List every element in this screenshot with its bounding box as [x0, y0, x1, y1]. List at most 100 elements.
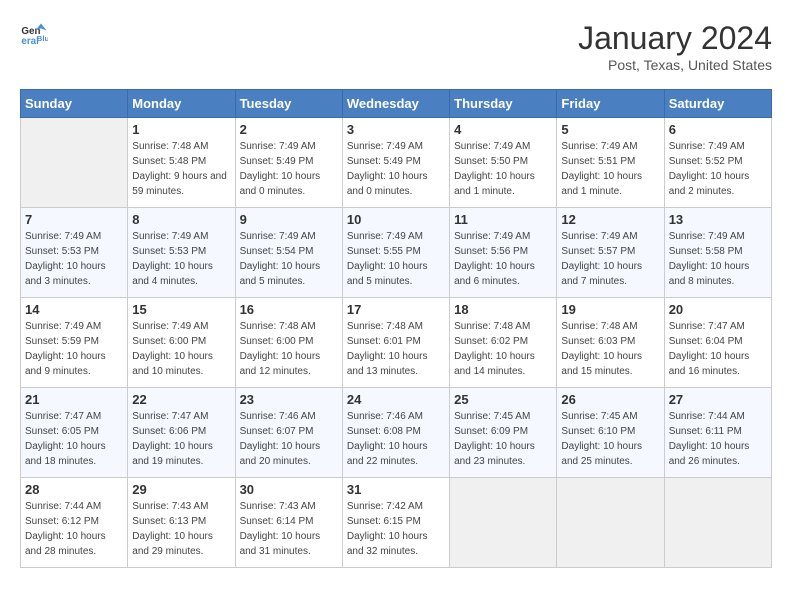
calendar-cell: 22 Sunrise: 7:47 AMSunset: 6:06 PMDayligh…: [128, 388, 235, 478]
calendar-cell: 29 Sunrise: 7:43 AMSunset: 6:13 PMDayligh…: [128, 478, 235, 568]
day-info: Sunrise: 7:49 AMSunset: 5:58 PMDaylight:…: [669, 229, 767, 289]
day-info: Sunrise: 7:46 AMSunset: 6:08 PMDaylight:…: [347, 409, 445, 469]
calendar-cell: 14 Sunrise: 7:49 AMSunset: 5:59 PMDayligh…: [21, 298, 128, 388]
day-number: 28: [25, 482, 123, 497]
day-number: 23: [240, 392, 338, 407]
day-info: Sunrise: 7:49 AMSunset: 5:52 PMDaylight:…: [669, 139, 767, 199]
day-number: 8: [132, 212, 230, 227]
day-info: Sunrise: 7:43 AMSunset: 6:13 PMDaylight:…: [132, 499, 230, 559]
day-info: Sunrise: 7:49 AMSunset: 5:51 PMDaylight:…: [561, 139, 659, 199]
calendar-week-1: 1 Sunrise: 7:48 AMSunset: 5:48 PMDaylight…: [21, 118, 772, 208]
day-info: Sunrise: 7:47 AMSunset: 6:04 PMDaylight:…: [669, 319, 767, 379]
calendar-cell: 8 Sunrise: 7:49 AMSunset: 5:53 PMDaylight…: [128, 208, 235, 298]
calendar-week-5: 28 Sunrise: 7:44 AMSunset: 6:12 PMDayligh…: [21, 478, 772, 568]
day-number: 16: [240, 302, 338, 317]
day-info: Sunrise: 7:48 AMSunset: 6:02 PMDaylight:…: [454, 319, 552, 379]
day-info: Sunrise: 7:49 AMSunset: 5:53 PMDaylight:…: [132, 229, 230, 289]
calendar-cell: 30Sunrise: 7:43 AMSunset: 6:14 PMDayligh…: [235, 478, 342, 568]
day-header-wednesday: Wednesday: [342, 90, 449, 118]
day-number: 2: [240, 122, 338, 137]
calendar-cell: 19 Sunrise: 7:48 AMSunset: 6:03 PMDayligh…: [557, 298, 664, 388]
calendar-cell: 18 Sunrise: 7:48 AMSunset: 6:02 PMDayligh…: [450, 298, 557, 388]
day-info: Sunrise: 7:45 AMSunset: 6:10 PMDaylight:…: [561, 409, 659, 469]
calendar-week-4: 21 Sunrise: 7:47 AMSunset: 6:05 PMDayligh…: [21, 388, 772, 478]
day-info: Sunrise: 7:42 AMSunset: 6:15 PMDaylight:…: [347, 499, 445, 559]
day-header-sunday: Sunday: [21, 90, 128, 118]
calendar-cell: 1 Sunrise: 7:48 AMSunset: 5:48 PMDaylight…: [128, 118, 235, 208]
calendar-cell: 23 Sunrise: 7:46 AMSunset: 6:07 PMDayligh…: [235, 388, 342, 478]
day-number: 14: [25, 302, 123, 317]
day-info: Sunrise: 7:47 AMSunset: 6:05 PMDaylight:…: [25, 409, 123, 469]
day-info: Sunrise: 7:48 AMSunset: 5:48 PMDaylight:…: [132, 139, 230, 199]
day-info: Sunrise: 7:46 AMSunset: 6:07 PMDaylight:…: [240, 409, 338, 469]
day-info: Sunrise: 7:45 AMSunset: 6:09 PMDaylight:…: [454, 409, 552, 469]
day-info: Sunrise: 7:49 AMSunset: 5:53 PMDaylight:…: [25, 229, 123, 289]
calendar-cell: 25Sunrise: 7:45 AMSunset: 6:09 PMDayligh…: [450, 388, 557, 478]
calendar-cell: 31 Sunrise: 7:42 AMSunset: 6:15 PMDayligh…: [342, 478, 449, 568]
calendar-cell: 21 Sunrise: 7:47 AMSunset: 6:05 PMDayligh…: [21, 388, 128, 478]
day-number: 3: [347, 122, 445, 137]
day-number: 29: [132, 482, 230, 497]
calendar-cell: [21, 118, 128, 208]
day-info: Sunrise: 7:49 AMSunset: 5:59 PMDaylight:…: [25, 319, 123, 379]
day-info: Sunrise: 7:43 AMSunset: 6:14 PMDaylight:…: [240, 499, 338, 559]
calendar-cell: [557, 478, 664, 568]
svg-text:Blue: Blue: [37, 34, 48, 43]
day-info: Sunrise: 7:49 AMSunset: 6:00 PMDaylight:…: [132, 319, 230, 379]
day-number: 18: [454, 302, 552, 317]
location: Post, Texas, United States: [578, 57, 772, 73]
calendar-cell: 17 Sunrise: 7:48 AMSunset: 6:01 PMDayligh…: [342, 298, 449, 388]
day-header-monday: Monday: [128, 90, 235, 118]
day-number: 24: [347, 392, 445, 407]
day-number: 22: [132, 392, 230, 407]
day-header-friday: Friday: [557, 90, 664, 118]
day-number: 13: [669, 212, 767, 227]
day-info: Sunrise: 7:48 AMSunset: 6:03 PMDaylight:…: [561, 319, 659, 379]
day-info: Sunrise: 7:48 AMSunset: 6:01 PMDaylight:…: [347, 319, 445, 379]
day-number: 26: [561, 392, 659, 407]
calendar-cell: 15Sunrise: 7:49 AMSunset: 6:00 PMDayligh…: [128, 298, 235, 388]
day-info: Sunrise: 7:48 AMSunset: 6:00 PMDaylight:…: [240, 319, 338, 379]
calendar-cell: 26 Sunrise: 7:45 AMSunset: 6:10 PMDayligh…: [557, 388, 664, 478]
calendar-week-2: 7 Sunrise: 7:49 AMSunset: 5:53 PMDaylight…: [21, 208, 772, 298]
calendar-cell: 27 Sunrise: 7:44 AMSunset: 6:11 PMDayligh…: [664, 388, 771, 478]
calendar-cell: [664, 478, 771, 568]
day-number: 21: [25, 392, 123, 407]
day-number: 17: [347, 302, 445, 317]
logo-icon: Gen eral Blue: [20, 20, 48, 48]
calendar-cell: 13 Sunrise: 7:49 AMSunset: 5:58 PMDayligh…: [664, 208, 771, 298]
calendar-cell: 9Sunrise: 7:49 AMSunset: 5:54 PMDaylight…: [235, 208, 342, 298]
calendar-body: 1 Sunrise: 7:48 AMSunset: 5:48 PMDaylight…: [21, 118, 772, 568]
day-number: 20: [669, 302, 767, 317]
day-number: 19: [561, 302, 659, 317]
day-info: Sunrise: 7:47 AMSunset: 6:06 PMDaylight:…: [132, 409, 230, 469]
calendar-cell: 16 Sunrise: 7:48 AMSunset: 6:00 PMDayligh…: [235, 298, 342, 388]
calendar-cell: 2 Sunrise: 7:49 AMSunset: 5:49 PMDaylight…: [235, 118, 342, 208]
day-number: 1: [132, 122, 230, 137]
day-info: Sunrise: 7:44 AMSunset: 6:12 PMDaylight:…: [25, 499, 123, 559]
day-number: 4: [454, 122, 552, 137]
calendar-cell: 28 Sunrise: 7:44 AMSunset: 6:12 PMDayligh…: [21, 478, 128, 568]
day-info: Sunrise: 7:49 AMSunset: 5:49 PMDaylight:…: [240, 139, 338, 199]
day-number: 11: [454, 212, 552, 227]
day-number: 10: [347, 212, 445, 227]
day-info: Sunrise: 7:49 AMSunset: 5:54 PMDaylight:…: [240, 229, 338, 289]
calendar-cell: 4Sunrise: 7:49 AMSunset: 5:50 PMDaylight…: [450, 118, 557, 208]
calendar-cell: 6 Sunrise: 7:49 AMSunset: 5:52 PMDaylight…: [664, 118, 771, 208]
calendar-week-3: 14 Sunrise: 7:49 AMSunset: 5:59 PMDayligh…: [21, 298, 772, 388]
day-number: 7: [25, 212, 123, 227]
day-info: Sunrise: 7:44 AMSunset: 6:11 PMDaylight:…: [669, 409, 767, 469]
day-header-thursday: Thursday: [450, 90, 557, 118]
day-number: 27: [669, 392, 767, 407]
page-header: Gen eral Blue January 2024 Post, Texas, …: [20, 20, 772, 73]
title-block: January 2024 Post, Texas, United States: [578, 20, 772, 73]
calendar-cell: 24 Sunrise: 7:46 AMSunset: 6:08 PMDayligh…: [342, 388, 449, 478]
logo: Gen eral Blue: [20, 20, 48, 48]
calendar-cell: 7 Sunrise: 7:49 AMSunset: 5:53 PMDaylight…: [21, 208, 128, 298]
day-number: 5: [561, 122, 659, 137]
calendar-cell: 20 Sunrise: 7:47 AMSunset: 6:04 PMDayligh…: [664, 298, 771, 388]
day-number: 6: [669, 122, 767, 137]
calendar-cell: 12Sunrise: 7:49 AMSunset: 5:57 PMDayligh…: [557, 208, 664, 298]
day-info: Sunrise: 7:49 AMSunset: 5:56 PMDaylight:…: [454, 229, 552, 289]
day-number: 31: [347, 482, 445, 497]
